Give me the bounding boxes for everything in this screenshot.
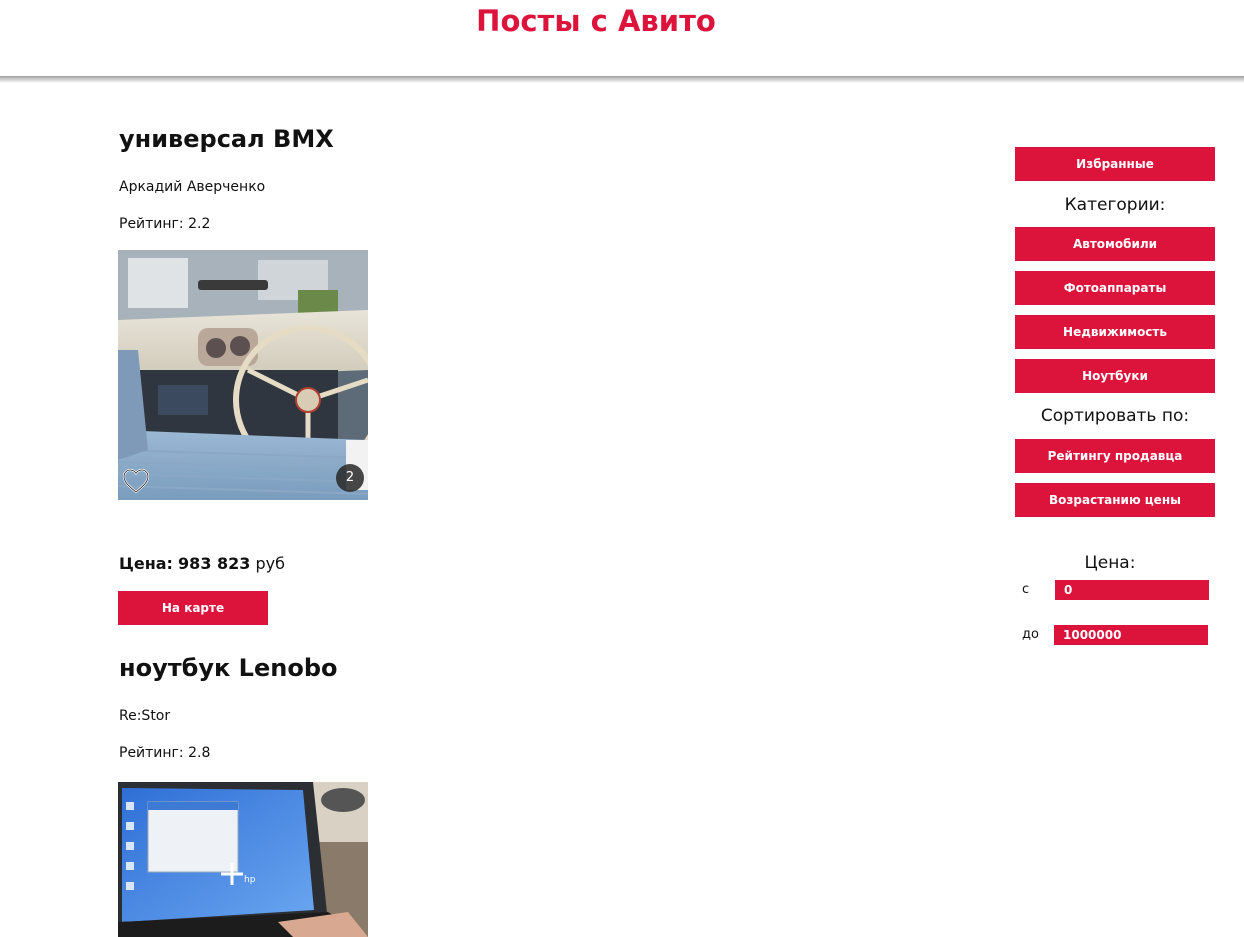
category-cameras-button[interactable]: Фотоаппараты: [1015, 271, 1215, 305]
favorites-button[interactable]: Избранные: [1015, 147, 1215, 181]
laptop-image: hp: [118, 782, 368, 937]
heart-icon[interactable]: [122, 468, 150, 494]
post-card: универсал BMX Аркадий Аверченко Рейтинг:…: [118, 125, 518, 630]
page-header: Посты с Авито: [0, 0, 1244, 76]
photo-count-badge[interactable]: 2: [336, 464, 364, 492]
category-laptops-button[interactable]: Ноутбуки: [1015, 359, 1215, 393]
post-card: ноутбук Lenobo Re:Stor Рейтинг: 2.8 hp: [118, 654, 518, 937]
post-rating: Рейтинг: 2.8: [119, 745, 211, 761]
price-line: Цена: 983 823 руб: [119, 554, 285, 573]
post-title[interactable]: универсал BMX: [119, 125, 334, 153]
price-from-input[interactable]: [1055, 580, 1209, 600]
page-title: Посты с Авито: [476, 4, 716, 38]
post-rating: Рейтинг: 2.2: [119, 216, 211, 232]
price-unit: руб: [255, 554, 286, 573]
post-title[interactable]: ноутбук Lenobo: [119, 654, 337, 682]
sort-heading: Сортировать по:: [1040, 406, 1190, 426]
svg-text:hp: hp: [244, 875, 256, 885]
price-from-label: с: [1022, 582, 1030, 597]
car-interior-image: [118, 250, 368, 500]
header-divider: [0, 76, 1244, 83]
post-photo[interactable]: 2: [118, 250, 368, 500]
price-filter-heading: Цена:: [1084, 553, 1136, 573]
price-label: Цена:: [119, 554, 173, 573]
post-photo[interactable]: hp: [118, 782, 368, 937]
sort-by-rating-button[interactable]: Рейтингу продавца: [1015, 439, 1215, 473]
post-author: Re:Stor: [119, 708, 171, 724]
price-value: 983 823: [178, 554, 251, 573]
price-to-input[interactable]: [1054, 625, 1208, 645]
price-to-label: до: [1022, 627, 1039, 642]
map-button[interactable]: На карте: [118, 591, 268, 625]
categories-heading: Категории:: [1064, 195, 1166, 215]
category-cars-button[interactable]: Автомобили: [1015, 227, 1215, 261]
sort-by-price-button[interactable]: Возрастанию цены: [1015, 483, 1215, 517]
post-author: Аркадий Аверченко: [119, 179, 266, 195]
category-realty-button[interactable]: Недвижимость: [1015, 315, 1215, 349]
